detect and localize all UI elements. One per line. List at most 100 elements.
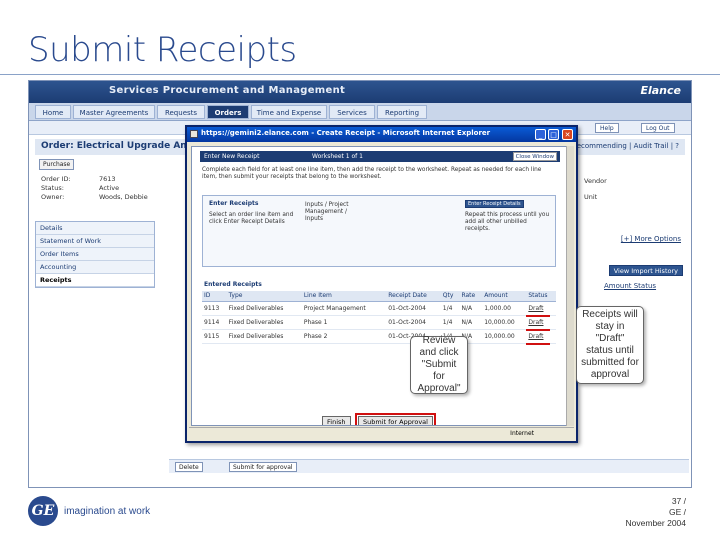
col-qty: Qty — [440, 291, 460, 302]
cell-date: 01-Oct-2004 — [386, 315, 441, 330]
window-content: Enter New Receipt Worksheet 1 of 1 Close… — [191, 146, 570, 426]
col-line-item: Line Item — [301, 291, 387, 302]
close-icon[interactable]: ✕ — [562, 129, 573, 140]
window-titlebar: https://gemini2.elance.com - Create Rece… — [187, 127, 576, 142]
draft-highlight — [526, 329, 550, 331]
ie-icon — [190, 130, 198, 138]
cell-qty: 1/4 — [440, 315, 460, 330]
cell-status[interactable]: Draft — [526, 329, 556, 344]
order-title: Order: Electrical Upgrade Ana — [41, 141, 193, 151]
entered-receipts-title: Entered Receipts — [204, 281, 262, 288]
sidebar-item-accounting[interactable]: Accounting — [36, 261, 154, 274]
tab-home[interactable]: Home — [35, 105, 71, 119]
help-button[interactable]: Help — [595, 123, 619, 133]
enter-receipts-text: Select an order line item and click Ente… — [209, 212, 294, 225]
cell-type: Fixed Deliverables — [226, 329, 302, 344]
import-history-button[interactable]: View Import History — [608, 265, 683, 276]
tab-time-and-expense[interactable]: Time and Expense — [251, 105, 327, 119]
submit-for-approval-page-button[interactable]: Submit for approval — [229, 462, 297, 472]
callout-draft-status: Receipts will stay in "Draft" status unt… — [576, 306, 644, 384]
table-row[interactable]: 9113 Fixed Deliverables Project Manageme… — [202, 301, 556, 316]
order-id-field: Order ID: 7613 — [41, 175, 116, 183]
cell-rate: N/A — [459, 315, 483, 330]
sidebar-item-details[interactable]: Details — [36, 222, 154, 235]
enter-new-receipt-label: Enter New Receipt — [204, 153, 260, 160]
col-status: Status — [526, 291, 556, 302]
receipt-header: Enter New Receipt Worksheet 1 of 1 Close… — [200, 151, 560, 162]
tab-services[interactable]: Services — [329, 105, 375, 119]
tab-orders[interactable]: Orders — [207, 105, 249, 119]
cell-qty: 1/4 — [440, 301, 460, 316]
table-header-row: ID Type Line Item Receipt Date Qty Rate … — [202, 291, 556, 302]
vendor-value: Vendor — [584, 177, 607, 185]
cell-line-item: Phase 2 — [301, 329, 387, 344]
submit-for-approval-button[interactable]: Submit for Approval — [355, 413, 436, 425]
main-nav: Home Master Agreements Requests Orders T… — [29, 103, 691, 121]
callout-review: Review and click "Submit for Approval" — [410, 335, 468, 394]
cell-id[interactable]: 9113 — [202, 301, 227, 316]
cell-id[interactable]: 9115 — [202, 329, 227, 344]
ge-logo: GE — [28, 496, 58, 526]
window-statusbar: Internet — [189, 427, 574, 439]
unit-value: Unit — [584, 193, 598, 201]
window-title: https://gemini2.elance.com - Create Rece… — [201, 129, 491, 137]
sidebar-item-receipts[interactable]: Receipts — [36, 274, 154, 287]
repeat-instructions: Repeat this process until you add all ot… — [465, 212, 550, 232]
col-type: Type — [226, 291, 302, 302]
slide-title: Submit Receipts — [28, 30, 297, 70]
internet-zone-label: Internet — [510, 430, 534, 437]
cell-line-item: Phase 1 — [301, 315, 387, 330]
col-rate: Rate — [459, 291, 483, 302]
title-rule — [0, 74, 720, 75]
enter-receipts-panel: Enter Receipts Select an order line item… — [202, 195, 556, 267]
purchase-button[interactable]: Purchase — [39, 159, 75, 170]
vertical-scrollbar[interactable] — [566, 146, 574, 426]
cell-rate: N/A — [459, 301, 483, 316]
table-row[interactable]: 9114 Fixed Deliverables Phase 1 01-Oct-2… — [202, 315, 556, 330]
col-id: ID — [202, 291, 227, 302]
minimize-icon[interactable]: _ — [535, 129, 546, 140]
status-field: Status: Active — [41, 184, 120, 192]
tab-requests[interactable]: Requests — [157, 105, 205, 119]
col-amount: Amount — [482, 291, 527, 302]
bottom-toolbar: Delete Submit for approval — [169, 459, 689, 473]
delete-button[interactable]: Delete — [175, 462, 203, 472]
cell-status[interactable]: Draft — [526, 301, 556, 316]
receipts-table: ID Type Line Item Receipt Date Qty Rate … — [202, 291, 556, 344]
instructions-text: Complete each field for at least one lin… — [202, 167, 542, 180]
app-title: Services Procurement and Management — [109, 85, 346, 96]
logout-button[interactable]: Log Out — [641, 123, 675, 133]
cell-line-item: Project Management — [301, 301, 387, 316]
enter-receipt-details-button[interactable]: Enter Receipt Details — [465, 200, 524, 208]
cell-status[interactable]: Draft — [526, 315, 556, 330]
table-row[interactable]: 9115 Fixed Deliverables Phase 2 01-Oct-2… — [202, 329, 556, 344]
maximize-icon[interactable]: □ — [548, 129, 559, 140]
worksheet-label: Worksheet 1 of 1 — [312, 153, 363, 160]
close-window-button[interactable]: Close Window — [512, 152, 557, 161]
tab-reporting[interactable]: Reporting — [377, 105, 427, 119]
draft-highlight — [526, 343, 550, 345]
line-items-list[interactable]: Inputs / Project Management / Inputs — [305, 202, 365, 223]
more-options-link[interactable]: [+] More Options — [621, 235, 681, 243]
finish-button[interactable]: Finish — [322, 416, 351, 425]
footer-org: GE / — [668, 507, 686, 517]
col-receipt-date: Receipt Date — [386, 291, 441, 302]
cell-amount: 1,000.00 — [482, 301, 527, 316]
sidebar-item-statement-of-work[interactable]: Statement of Work — [36, 235, 154, 248]
order-sidebar: Details Statement of Work Order Items Ac… — [35, 221, 155, 288]
cell-date: 01-Oct-2004 — [386, 301, 441, 316]
draft-highlight — [526, 315, 550, 317]
sidebar-item-order-items[interactable]: Order Items — [36, 248, 154, 261]
cell-amount: 10,000.00 — [482, 329, 527, 344]
cell-type: Fixed Deliverables — [226, 301, 302, 316]
tagline: imagination at work — [64, 506, 151, 517]
cell-id[interactable]: 9114 — [202, 315, 227, 330]
order-links[interactable]: Recommending | Audit Trail | ? — [572, 142, 679, 150]
amount-status-link[interactable]: Amount Status — [604, 282, 656, 290]
owner-field: Owner: Woods, Debbie — [41, 193, 148, 201]
create-receipt-window: https://gemini2.elance.com - Create Rece… — [185, 125, 578, 443]
footer-info: 37 / GE / November 2004 — [626, 496, 686, 529]
footer-date: November 2004 — [625, 518, 686, 528]
tab-master-agreements[interactable]: Master Agreements — [73, 105, 155, 119]
cell-type: Fixed Deliverables — [226, 315, 302, 330]
